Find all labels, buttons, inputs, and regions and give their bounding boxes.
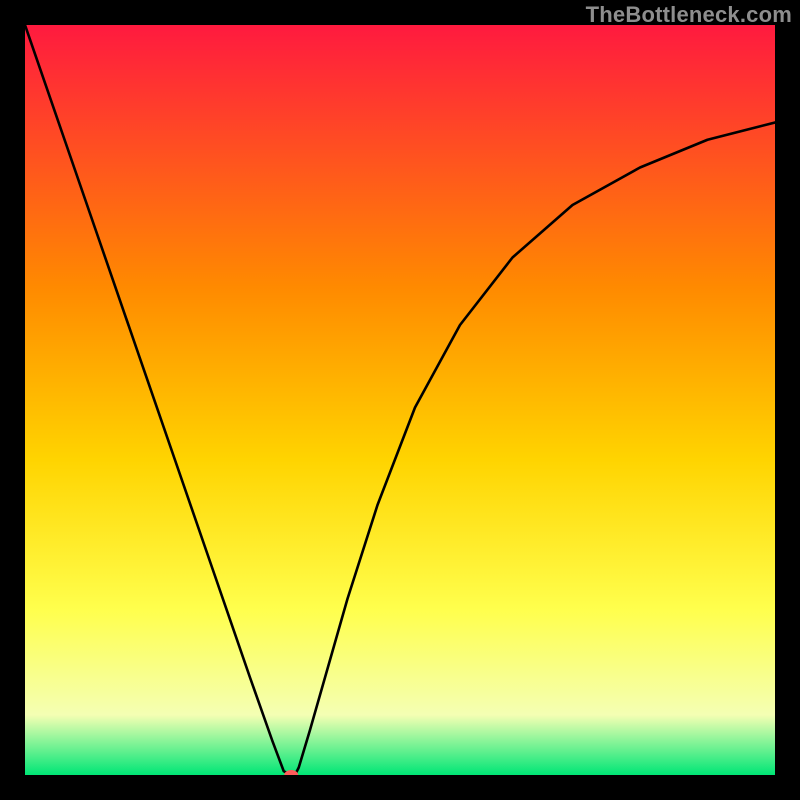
bottleneck-chart (25, 25, 775, 775)
chart-frame: TheBottleneck.com (0, 0, 800, 800)
gradient-background (25, 25, 775, 775)
plot-area (25, 25, 775, 775)
